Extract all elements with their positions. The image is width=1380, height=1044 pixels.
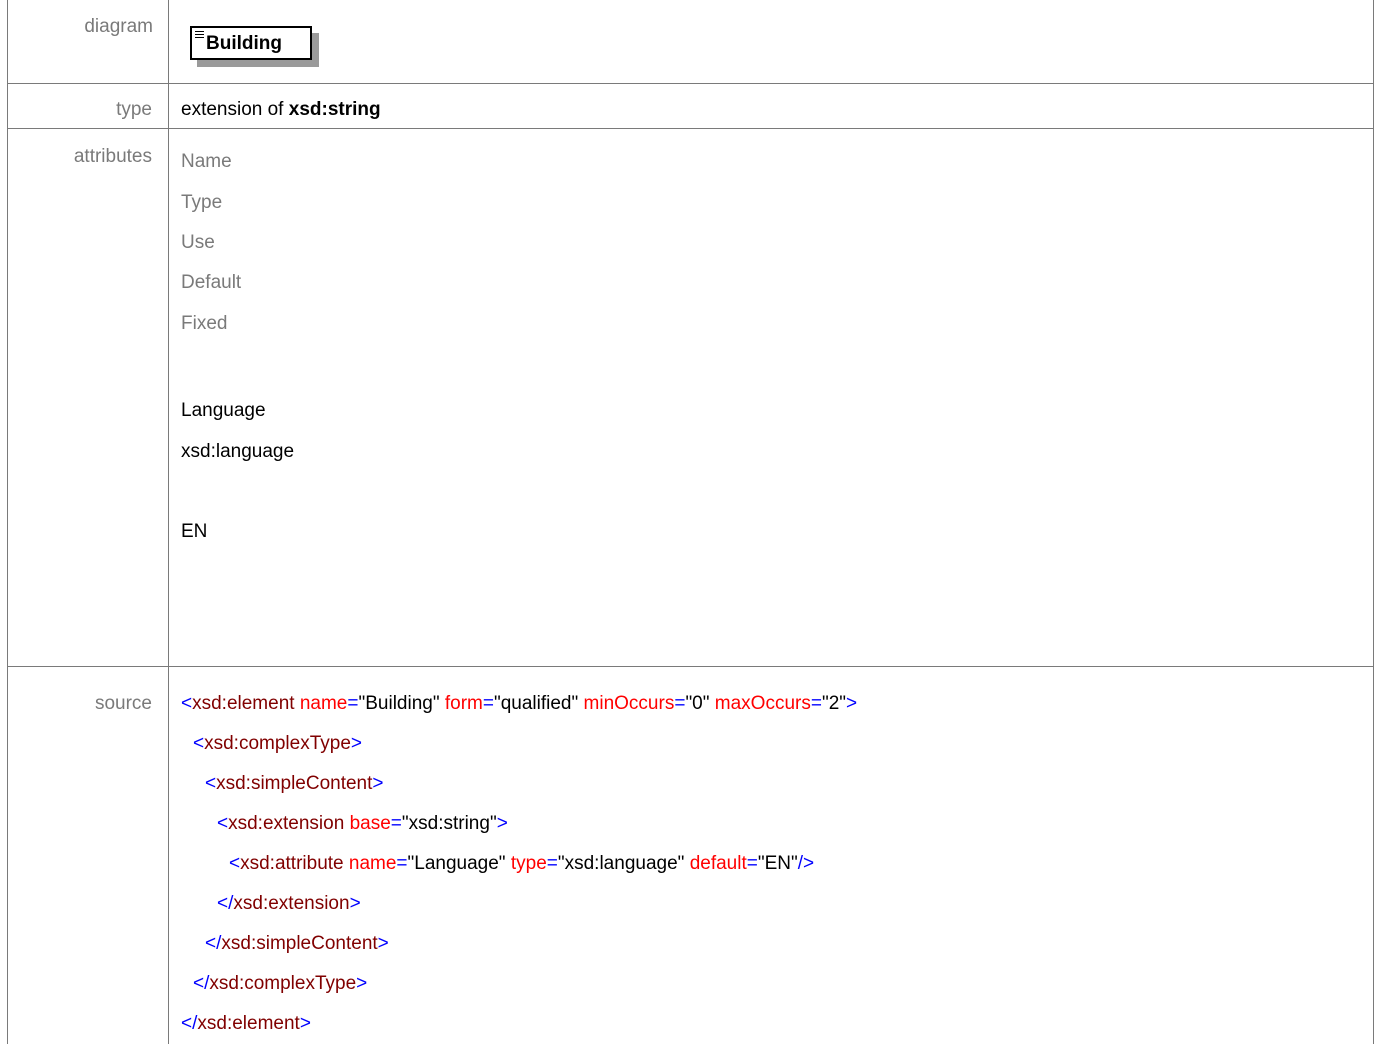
source-line: </xsd:complexType> bbox=[193, 973, 367, 995]
attribute-equals: = bbox=[390, 813, 402, 834]
type-label: type bbox=[116, 99, 152, 120]
attribute-value: "Language" bbox=[407, 853, 506, 874]
tag-name: xsd:element bbox=[197, 1013, 300, 1034]
documentation-lines-icon bbox=[195, 31, 204, 40]
attribute-equals: = bbox=[482, 693, 494, 714]
source-line: <xsd:attribute name="Language" type="xsd… bbox=[229, 853, 814, 875]
attributes-label: attributes bbox=[73, 146, 152, 167]
source-line: <xsd:extension base="xsd:string"> bbox=[217, 813, 508, 835]
tag-name: xsd:attribute bbox=[240, 853, 344, 874]
attribute-value: "EN" bbox=[757, 853, 798, 874]
source-line: </xsd:element> bbox=[181, 1013, 311, 1035]
attribute-value: "Building" bbox=[358, 693, 440, 714]
attribute-value: "xsd:language" bbox=[557, 853, 685, 874]
attr-value-type: xsd:language bbox=[181, 441, 295, 462]
tag-name: xsd:extension bbox=[233, 893, 350, 914]
attr-header-type: Type bbox=[181, 192, 223, 213]
attribute-name: default bbox=[689, 853, 747, 874]
tag-bracket: </ bbox=[205, 933, 222, 954]
attribute-value: "2" bbox=[821, 693, 847, 714]
tag-bracket: < bbox=[229, 853, 241, 874]
tag-bracket: > bbox=[349, 893, 361, 914]
attribute-name: type bbox=[510, 853, 547, 874]
row-divider bbox=[8, 83, 1373, 84]
tag-bracket: > bbox=[372, 773, 384, 794]
source-line: </xsd:extension> bbox=[217, 893, 361, 915]
type-prefix: extension of bbox=[181, 99, 289, 120]
tag-bracket: > bbox=[496, 813, 508, 834]
type-value: extension of xsd:string bbox=[181, 99, 381, 121]
source-line: </xsd:simpleContent> bbox=[205, 933, 389, 955]
tag-bracket: < bbox=[181, 693, 193, 714]
source-line: <xsd:complexType> bbox=[193, 733, 362, 755]
attribute-name: form bbox=[444, 693, 483, 714]
source-label: source bbox=[94, 693, 152, 714]
attribute-name: name bbox=[299, 693, 348, 714]
type-base: xsd:string bbox=[288, 99, 381, 120]
attribute-name: maxOccurs bbox=[714, 693, 811, 714]
tag-name: xsd:simpleContent bbox=[216, 773, 373, 794]
attr-value-name: Language bbox=[181, 400, 266, 421]
source-line: <xsd:simpleContent> bbox=[205, 773, 384, 795]
attr-header-fixed: Fixed bbox=[181, 313, 228, 334]
attr-header-use: Use bbox=[181, 232, 215, 253]
tag-bracket: > bbox=[299, 1013, 311, 1034]
row-divider bbox=[8, 128, 1373, 129]
row-divider bbox=[8, 666, 1373, 667]
element-name: Building bbox=[206, 33, 282, 54]
tag-bracket: > bbox=[356, 973, 368, 994]
attr-header-default: Default bbox=[181, 272, 242, 293]
attr-value-default: EN bbox=[181, 521, 208, 542]
tag-bracket: > bbox=[377, 933, 389, 954]
diagram-label: diagram bbox=[84, 16, 153, 37]
attribute-equals: = bbox=[546, 853, 558, 874]
attribute-equals: = bbox=[674, 693, 686, 714]
tag-bracket: < bbox=[193, 733, 205, 754]
element-box[interactable]: Building bbox=[190, 26, 312, 60]
element-diagram[interactable]: Building bbox=[190, 26, 319, 67]
tag-name: xsd:complexType bbox=[204, 733, 351, 754]
attribute-equals: = bbox=[810, 693, 822, 714]
tag-bracket: </ bbox=[217, 893, 234, 914]
attribute-name: minOccurs bbox=[583, 693, 675, 714]
column-divider bbox=[168, 0, 169, 1044]
tag-bracket: < bbox=[217, 813, 229, 834]
attr-header-name: Name bbox=[181, 151, 232, 172]
tag-bracket: < bbox=[205, 773, 217, 794]
attribute-value: "qualified" bbox=[493, 693, 579, 714]
tag-bracket: /> bbox=[797, 853, 815, 874]
tag-bracket: </ bbox=[181, 1013, 198, 1034]
tag-name: xsd:complexType bbox=[209, 973, 357, 994]
tag-bracket: > bbox=[350, 733, 363, 754]
attribute-name: name bbox=[348, 853, 397, 874]
tag-name: xsd:element bbox=[192, 693, 295, 714]
attribute-equals: = bbox=[746, 853, 758, 874]
tag-bracket: </ bbox=[193, 973, 210, 994]
attribute-equals: = bbox=[347, 693, 359, 714]
source-line: <xsd:element name="Building" form="quali… bbox=[181, 693, 857, 715]
tag-name: xsd:extension bbox=[228, 813, 345, 834]
attribute-equals: = bbox=[396, 853, 408, 874]
tag-bracket: > bbox=[846, 693, 858, 714]
attribute-value: "0" bbox=[685, 693, 710, 714]
tag-name: xsd:simpleContent bbox=[221, 933, 378, 954]
attribute-name: base bbox=[349, 813, 391, 834]
attribute-value: "xsd:string" bbox=[401, 813, 497, 834]
